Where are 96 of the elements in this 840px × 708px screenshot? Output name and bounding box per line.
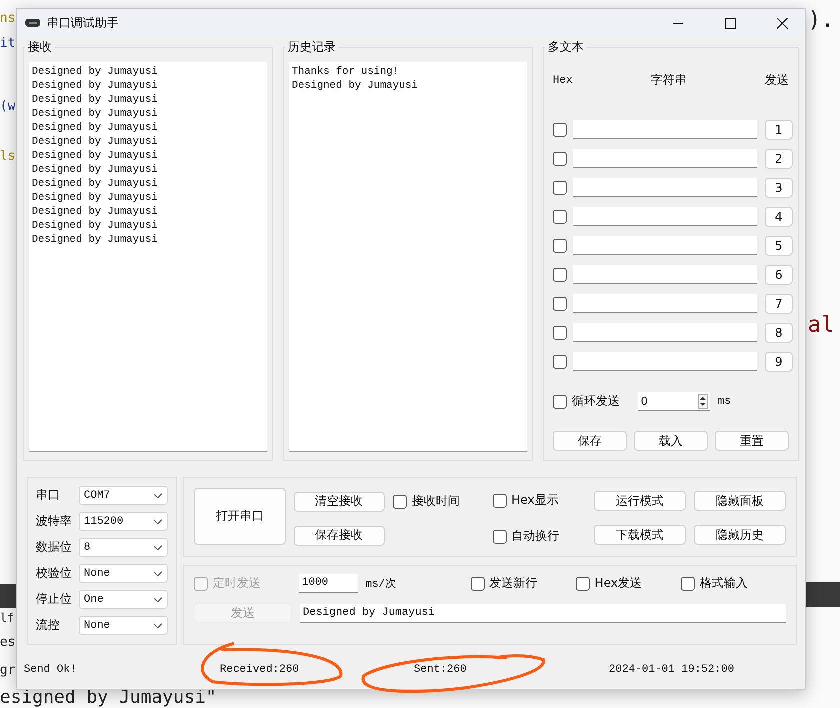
status-text: Send Ok! [24, 664, 78, 676]
checkbox[interactable] [553, 180, 567, 194]
status-text: Sent:260 [414, 664, 468, 676]
dropdown[interactable]: None [79, 616, 168, 635]
mode-button[interactable]: 隐藏历史 [694, 525, 786, 545]
send-button[interactable]: 5 [765, 236, 793, 256]
input-field[interactable] [573, 120, 757, 139]
interval-field[interactable]: 1000 [299, 574, 358, 593]
close-icon [776, 18, 788, 28]
code-text: ns [0, 12, 16, 25]
save-button[interactable]: 保存接收 [294, 526, 385, 546]
group-title: 历史记录 [287, 39, 337, 56]
dropdown[interactable]: None [79, 564, 168, 583]
send-text-field[interactable]: Designed by Jumayusi [300, 604, 786, 622]
code-text: es [0, 636, 16, 649]
send-button[interactable]: 3 [765, 178, 793, 198]
checkbox[interactable] [553, 152, 567, 166]
checkbox[interactable]: 循环发送 [553, 393, 620, 410]
code-text: ls [0, 150, 16, 163]
send-button[interactable]: 9 [765, 352, 793, 372]
setting-label: 串口 [36, 487, 60, 504]
checkbox[interactable]: 自动换行 [492, 528, 586, 545]
action-button[interactable]: 重置 [715, 431, 789, 451]
code-text: (w [0, 100, 16, 113]
checkbox[interactable] [553, 210, 567, 224]
input-field[interactable] [573, 207, 757, 226]
editor-bar [806, 582, 840, 607]
setting-label: 停止位 [36, 591, 72, 608]
input-field[interactable] [573, 236, 757, 255]
checkbox[interactable]: 格式输入 [680, 575, 786, 592]
input-field[interactable] [573, 149, 757, 168]
column-header: 字符串 [650, 72, 687, 89]
mode-button[interactable]: 隐藏面板 [694, 491, 786, 511]
code-text: lf [0, 612, 14, 624]
code-text: ). [808, 10, 834, 32]
receive-text-area[interactable]: Designed by Jumayusi Designed by Jumayusi Designed by Jumayusi Designed by Jumayusi Designed by Jumayusi Designed by Jumayusi Designed by Jumayusi Designed by Jumayusi Designed by Jumayusi Designed by Jumayusi Designed by Jumayusi Designed by Jumayusi Designed by Jumayusi [29, 62, 267, 452]
checkbox[interactable]: Hex显示 [492, 492, 586, 509]
chevron-down-icon [153, 622, 163, 628]
action-button[interactable]: 载入 [634, 431, 708, 451]
unit-label: ms [718, 396, 732, 408]
checkbox[interactable] [553, 296, 567, 310]
checkbox[interactable]: Hex发送 [576, 575, 681, 592]
chevron-down-icon [153, 596, 163, 602]
maximize-icon [724, 18, 736, 28]
column-header: Hex [553, 74, 573, 86]
chevron-down-icon [153, 570, 163, 576]
input-field[interactable] [573, 323, 757, 342]
mode-button[interactable]: 运行模式 [594, 491, 686, 511]
setting-label: 数据位 [36, 539, 72, 556]
send-button[interactable]: 2 [765, 148, 793, 168]
chevron-down-icon [153, 518, 163, 524]
setting-label: 流控 [36, 617, 60, 634]
checkbox[interactable] [553, 354, 567, 368]
checkbox[interactable]: 发送新行 [470, 575, 576, 592]
send-button[interactable]: 7 [765, 294, 793, 314]
column-header: 发送 [765, 72, 789, 89]
group-title: 接收 [27, 39, 53, 56]
input-field[interactable] [573, 178, 757, 197]
editor-bar [0, 584, 16, 608]
checkbox[interactable] [553, 268, 567, 282]
status-text: 2024-01-01 19:52:00 [609, 664, 736, 676]
checkbox[interactable]: 接收时间 [393, 493, 485, 510]
window-title: 串口调试助手 [47, 14, 120, 32]
clear-button[interactable]: 清空接收 [294, 492, 385, 512]
input-field[interactable] [573, 352, 757, 371]
checkbox[interactable] [553, 238, 567, 252]
setting-label: 波特率 [36, 513, 72, 530]
code-text: gr [0, 664, 16, 677]
dropdown[interactable]: One [79, 590, 168, 609]
setting-label: 校验位 [36, 565, 72, 582]
send-button[interactable]: 4 [765, 206, 793, 226]
input-field[interactable] [573, 265, 757, 284]
unit-label: ms/次 [366, 577, 398, 591]
send-button[interactable]: 8 [765, 322, 793, 342]
mode-button[interactable]: 下载模式 [594, 525, 686, 545]
checkbox[interactable] [553, 326, 567, 340]
checkbox[interactable] [553, 122, 567, 136]
history-text-area[interactable]: Thanks for using! Designed by Jumayusi [289, 62, 527, 452]
spin-arrows-icon [698, 394, 708, 408]
serial-port-icon [25, 18, 41, 28]
dropdown[interactable]: 115200 [79, 512, 168, 531]
chevron-down-icon [153, 492, 163, 498]
group-title: 多文本 [547, 39, 585, 56]
dropdown[interactable]: 8 [79, 538, 168, 557]
dropdown[interactable]: COM7 [79, 486, 168, 505]
code-text: al [808, 315, 834, 337]
chevron-down-icon [153, 544, 163, 550]
open-port-button[interactable]: 打开串口 [194, 488, 286, 545]
send-button[interactable]: 6 [765, 264, 793, 284]
input-field[interactable] [573, 294, 757, 313]
code-text: esigned by Jumayusi" [0, 689, 217, 707]
spin-box[interactable]: 0 [638, 392, 710, 411]
status-text: Received:260 [220, 664, 300, 676]
action-button[interactable]: 保存 [553, 431, 627, 451]
code-text: it [0, 37, 16, 50]
send-button[interactable]: 1 [765, 120, 793, 140]
